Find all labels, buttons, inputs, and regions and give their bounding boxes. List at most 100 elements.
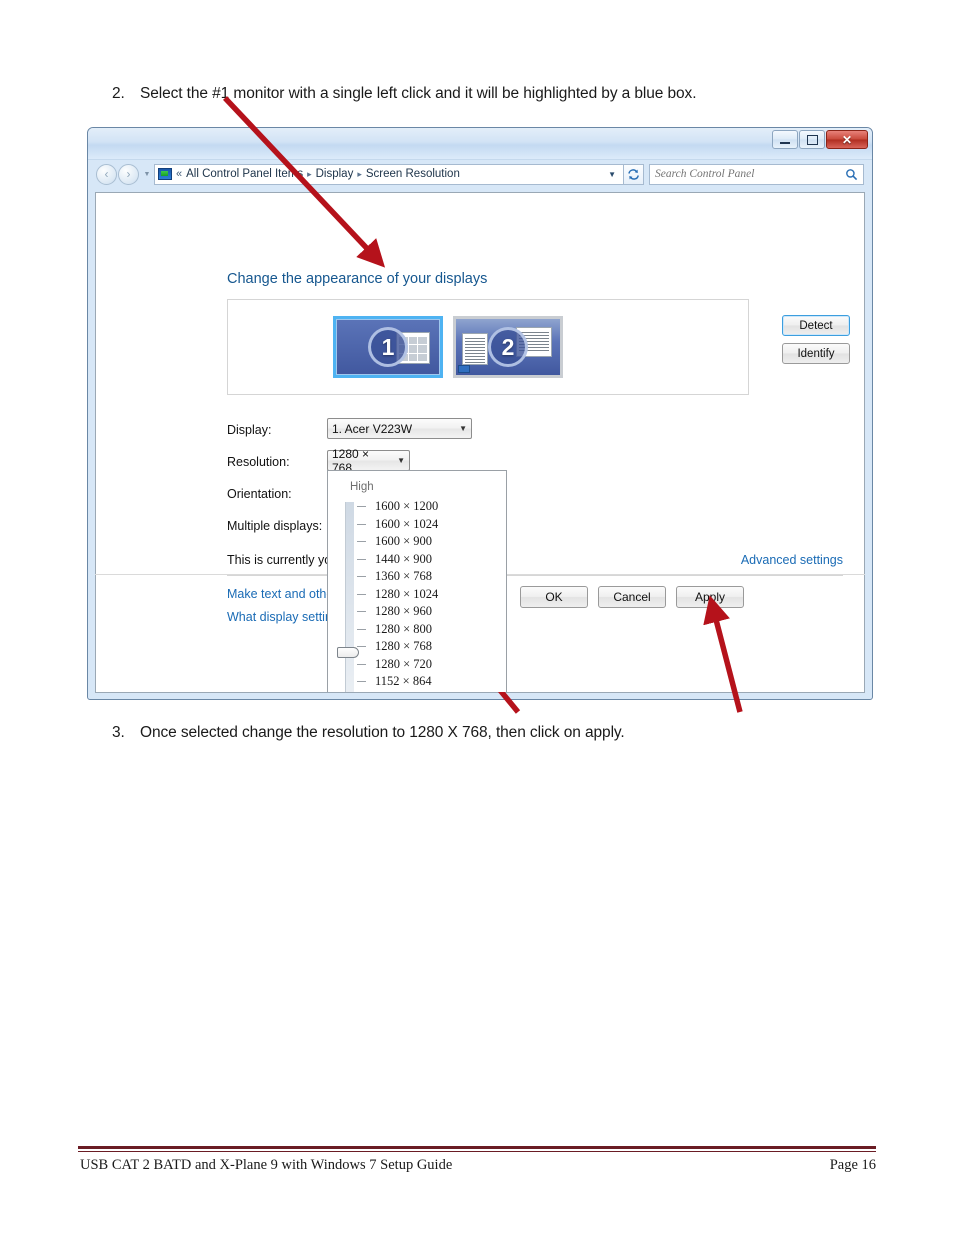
resolution-option[interactable]: 1360 × 768 [357, 568, 502, 586]
search-input[interactable] [655, 168, 845, 180]
search-icon[interactable] [845, 168, 858, 181]
forward-button[interactable]: › [118, 163, 139, 185]
footer-rule-thick [78, 1146, 876, 1149]
resolution-option[interactable]: 1280 × 720 [357, 656, 502, 674]
make-text-larger-link[interactable]: Make text and other [227, 587, 337, 601]
footer-rule-thin [78, 1151, 876, 1152]
advanced-settings-link[interactable]: Advanced settings [741, 553, 843, 567]
resolution-option[interactable]: 1600 × 900 [357, 533, 502, 551]
resolution-option[interactable]: 1600 × 1024 [357, 516, 502, 534]
monitor-thumbnail-1[interactable]: 1 [333, 316, 443, 378]
resolution-slider-track[interactable] [345, 502, 354, 692]
tick-icon [357, 506, 366, 508]
tick-icon [357, 576, 366, 578]
minimize-button[interactable] [772, 130, 798, 149]
chevron-down-icon: ▼ [397, 456, 405, 465]
ok-button[interactable]: OK [520, 586, 588, 608]
dialog-button-row: OK Cancel Apply [520, 586, 744, 608]
monitor-thumbnail-2[interactable]: 2 [453, 316, 563, 378]
page-title: Change the appearance of your displays [227, 271, 488, 287]
step-3-number: 3. [112, 724, 125, 741]
resolution-option-label: 1280 × 800 [375, 621, 433, 636]
apply-button[interactable]: Apply [676, 586, 744, 608]
breadcrumb[interactable]: « All Control Panel Items ▸ Display ▸ Sc… [154, 163, 624, 185]
resolution-select[interactable]: 1280 × 768 ▼ [327, 447, 410, 475]
what-display-settings-link[interactable]: What display setting [227, 610, 339, 624]
monitor-1-number: 1 [368, 327, 408, 367]
step-2-number: 2. [112, 85, 125, 102]
orientation-label: Orientation: [227, 487, 292, 501]
resolution-option[interactable]: 1280 × 800 [357, 621, 502, 639]
tick-icon [357, 681, 366, 683]
refresh-button[interactable] [624, 163, 644, 185]
minimize-icon [780, 141, 790, 144]
cancel-button[interactable]: Cancel [598, 586, 666, 608]
resolution-option-label: 1360 × 768 [375, 569, 433, 584]
resolution-option-label: 1600 × 1024 [375, 516, 439, 531]
tick-icon [357, 646, 366, 648]
forward-icon: › [126, 167, 131, 181]
current-main-display-text: This is currently you [227, 553, 339, 567]
resolution-label: Resolution: [227, 455, 290, 469]
search-box[interactable] [649, 163, 864, 185]
resolution-option[interactable]: 1280 × 960 [357, 603, 502, 621]
chevron-down-icon: ▼ [143, 170, 151, 178]
resolution-option[interactable]: 1440 × 900 [357, 551, 502, 569]
monitor-2-window-icon-left [462, 333, 488, 365]
window-titlebar[interactable]: ✕ [88, 128, 872, 160]
window-content-pane: Change the appearance of your displays 1… [95, 192, 865, 693]
identify-button[interactable]: Identify [782, 343, 850, 364]
breadcrumb-item-display[interactable]: Display [316, 168, 354, 180]
back-button[interactable]: ‹ [96, 163, 117, 185]
footer-title: USB CAT 2 BATD and X-Plane 9 with Window… [80, 1157, 453, 1173]
resolution-option[interactable]: 1280 × 1024 [357, 586, 502, 604]
resolution-option[interactable]: 1152 × 864 [357, 673, 502, 691]
footer-page-number: Page 16 [829, 1157, 876, 1173]
resolution-slider-thumb[interactable] [337, 647, 359, 658]
step-2-text: Select the #1 monitor with a single left… [140, 85, 697, 102]
tick-icon [357, 523, 366, 525]
maximize-icon [806, 134, 818, 145]
window-controls: ✕ [772, 130, 868, 149]
address-dropdown-icon[interactable]: ▼ [608, 170, 620, 179]
refresh-icon [628, 168, 639, 180]
close-button[interactable]: ✕ [826, 130, 868, 149]
resolution-option-label: 1024 × 768 [375, 692, 432, 693]
resolution-option[interactable]: 1024 × 768 [357, 691, 502, 693]
step-2-instruction: 2. Select the #1 monitor with a single le… [112, 85, 697, 103]
content-divider [227, 575, 843, 576]
tick-icon [357, 628, 366, 630]
tick-icon [357, 541, 366, 543]
multiple-displays-label: Multiple displays: [227, 519, 323, 533]
tick-icon [357, 558, 366, 560]
breadcrumb-separator-icon: ▸ [307, 168, 312, 179]
monitor-preview-panel: 1 2 [227, 299, 749, 395]
resolution-options-list: 1600 × 1200 1600 × 1024 1600 × 900 1440 … [357, 498, 502, 693]
resolution-option-label: 1440 × 900 [375, 551, 433, 566]
detect-button[interactable]: Detect [782, 315, 850, 336]
overflow-chevron-icon[interactable]: « [176, 168, 182, 180]
resolution-option-selected[interactable]: 1280 × 768 [357, 638, 502, 656]
resolution-option-label: 1280 × 768 [375, 639, 433, 654]
tick-icon [357, 611, 366, 613]
resolution-option-label: 1600 × 1200 [375, 499, 439, 514]
resolution-option[interactable]: 1600 × 1200 [357, 498, 502, 516]
resolution-option-label: 1280 × 1024 [375, 586, 439, 601]
tick-icon [357, 593, 366, 595]
resolution-option-label: 1280 × 960 [375, 604, 433, 619]
resolution-dropdown-popup[interactable]: High 1600 × 1200 1600 × 1024 1600 × 900 … [327, 470, 507, 693]
display-select[interactable]: 1. Acer V223W ▼ [327, 418, 472, 439]
address-bar: ‹ › ▼ « All Control Panel Items ▸ Displa… [88, 159, 872, 189]
monitor-2-number: 2 [488, 327, 528, 367]
dropdown-high-label: High [350, 481, 374, 493]
display-label: Display: [227, 423, 272, 437]
monitor-2-taskbar-icon [458, 365, 470, 373]
maximize-button[interactable] [799, 130, 825, 149]
breadcrumb-item-screen-resolution[interactable]: Screen Resolution [366, 168, 460, 180]
screen-resolution-window: ✕ ‹ › ▼ « All Control Panel Items ▸ Disp… [87, 127, 873, 700]
breadcrumb-item-all-control-panel-items[interactable]: All Control Panel Items [186, 168, 303, 180]
control-panel-display-icon [158, 168, 172, 180]
tick-icon [357, 663, 366, 665]
recent-pages-button[interactable]: ▼ [142, 171, 152, 178]
resolution-option-label: 1600 × 900 [375, 534, 433, 549]
